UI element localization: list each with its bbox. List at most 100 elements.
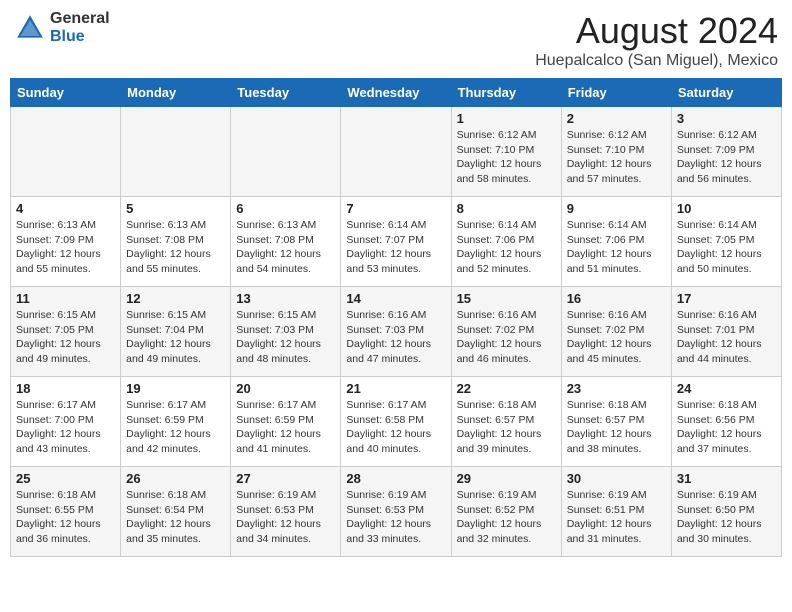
weekday-header-tuesday: Tuesday (231, 79, 341, 107)
day-info: Sunrise: 6:14 AM Sunset: 7:06 PM Dayligh… (567, 218, 666, 277)
day-number: 19 (126, 381, 225, 396)
calendar-cell: 3Sunrise: 6:12 AM Sunset: 7:09 PM Daylig… (671, 107, 781, 197)
day-number: 11 (16, 291, 115, 306)
location-label: Huepalcalco (San Miguel), Mexico (535, 52, 778, 70)
day-info: Sunrise: 6:15 AM Sunset: 7:03 PM Dayligh… (236, 308, 335, 367)
day-number: 12 (126, 291, 225, 306)
title-section: August 2024 Huepalcalco (San Miguel), Me… (535, 10, 778, 70)
day-number: 6 (236, 201, 335, 216)
calendar-week-4: 18Sunrise: 6:17 AM Sunset: 7:00 PM Dayli… (11, 377, 782, 467)
day-number: 25 (16, 471, 115, 486)
day-info: Sunrise: 6:14 AM Sunset: 7:07 PM Dayligh… (346, 218, 445, 277)
weekday-header-thursday: Thursday (451, 79, 561, 107)
calendar-cell: 5 Sunrise: 6:13 AM Sunset: 7:08 PM Daylig… (121, 197, 231, 287)
calendar-cell: 15 Sunrise: 6:16 AM Sunset: 7:02 PM Dayli… (451, 287, 561, 377)
weekday-header-monday: Monday (121, 79, 231, 107)
calendar-cell (121, 107, 231, 197)
day-info: Sunrise: 6:17 AM Sunset: 6:59 PM Dayligh… (236, 398, 335, 457)
day-number: 9 (567, 201, 666, 216)
calendar-cell: 26 Sunrise: 6:18 AM Sunset: 6:54 PM Dayli… (121, 467, 231, 557)
logo-general-label: General (50, 10, 110, 28)
day-number: 15 (457, 291, 556, 306)
calendar-cell: 6 Sunrise: 6:13 AM Sunset: 7:08 PM Daylig… (231, 197, 341, 287)
calendar-cell: 8 Sunrise: 6:14 AM Sunset: 7:06 PM Daylig… (451, 197, 561, 287)
month-title: August 2024 (535, 10, 778, 52)
calendar-cell: 18Sunrise: 6:17 AM Sunset: 7:00 PM Dayli… (11, 377, 121, 467)
day-number: 14 (346, 291, 445, 306)
day-info: Sunrise: 6:19 AM Sunset: 6:51 PM Dayligh… (567, 488, 666, 547)
weekday-header-wednesday: Wednesday (341, 79, 451, 107)
calendar-cell: 11 Sunrise: 6:15 AM Sunset: 7:05 PM Dayli… (11, 287, 121, 377)
day-number: 17 (677, 291, 776, 306)
day-info: Sunrise: 6:13 AM Sunset: 7:09 PM Dayligh… (16, 218, 115, 277)
calendar-week-2: 4 Sunrise: 6:13 AM Sunset: 7:09 PM Daylig… (11, 197, 782, 287)
calendar-cell (11, 107, 121, 197)
day-info: Sunrise: 6:18 AM Sunset: 6:57 PM Dayligh… (457, 398, 556, 457)
day-info: Sunrise: 6:18 AM Sunset: 6:55 PM Dayligh… (16, 488, 115, 547)
day-number: 24 (677, 381, 776, 396)
day-info: Sunrise: 6:16 AM Sunset: 7:03 PM Dayligh… (346, 308, 445, 367)
weekday-header-row: SundayMondayTuesdayWednesdayThursdayFrid… (11, 79, 782, 107)
day-info: Sunrise: 6:16 AM Sunset: 7:02 PM Dayligh… (567, 308, 666, 367)
day-info: Sunrise: 6:19 AM Sunset: 6:53 PM Dayligh… (236, 488, 335, 547)
calendar-cell: 27 Sunrise: 6:19 AM Sunset: 6:53 PM Dayli… (231, 467, 341, 557)
day-number: 20 (236, 381, 335, 396)
day-number: 3 (677, 111, 776, 126)
day-info: Sunrise: 6:12 AM Sunset: 7:10 PM Dayligh… (457, 128, 556, 187)
day-info: Sunrise: 6:12 AM Sunset: 7:10 PM Dayligh… (567, 128, 666, 187)
day-number: 7 (346, 201, 445, 216)
day-number: 31 (677, 471, 776, 486)
logo: General Blue (14, 10, 110, 45)
day-info: Sunrise: 6:15 AM Sunset: 7:05 PM Dayligh… (16, 308, 115, 367)
calendar-cell: 16 Sunrise: 6:16 AM Sunset: 7:02 PM Dayli… (561, 287, 671, 377)
calendar-table: SundayMondayTuesdayWednesdayThursdayFrid… (10, 78, 782, 557)
day-number: 22 (457, 381, 556, 396)
day-number: 21 (346, 381, 445, 396)
day-info: Sunrise: 6:14 AM Sunset: 7:06 PM Dayligh… (457, 218, 556, 277)
day-info: Sunrise: 6:17 AM Sunset: 6:59 PM Dayligh… (126, 398, 225, 457)
calendar-cell: 2Sunrise: 6:12 AM Sunset: 7:10 PM Daylig… (561, 107, 671, 197)
day-number: 27 (236, 471, 335, 486)
calendar-cell (231, 107, 341, 197)
calendar-cell (341, 107, 451, 197)
day-number: 13 (236, 291, 335, 306)
day-number: 28 (346, 471, 445, 486)
day-info: Sunrise: 6:18 AM Sunset: 6:57 PM Dayligh… (567, 398, 666, 457)
calendar-week-5: 25 Sunrise: 6:18 AM Sunset: 6:55 PM Dayli… (11, 467, 782, 557)
day-info: Sunrise: 6:16 AM Sunset: 7:01 PM Dayligh… (677, 308, 776, 367)
day-info: Sunrise: 6:14 AM Sunset: 7:05 PM Dayligh… (677, 218, 776, 277)
day-info: Sunrise: 6:19 AM Sunset: 6:52 PM Dayligh… (457, 488, 556, 547)
day-info: Sunrise: 6:13 AM Sunset: 7:08 PM Dayligh… (236, 218, 335, 277)
calendar-cell: 21 Sunrise: 6:17 AM Sunset: 6:58 PM Dayli… (341, 377, 451, 467)
calendar-cell: 12Sunrise: 6:15 AM Sunset: 7:04 PM Dayli… (121, 287, 231, 377)
calendar-cell: 22 Sunrise: 6:18 AM Sunset: 6:57 PM Dayli… (451, 377, 561, 467)
day-info: Sunrise: 6:18 AM Sunset: 6:54 PM Dayligh… (126, 488, 225, 547)
day-number: 5 (126, 201, 225, 216)
day-info: Sunrise: 6:19 AM Sunset: 6:50 PM Dayligh… (677, 488, 776, 547)
calendar-week-3: 11 Sunrise: 6:15 AM Sunset: 7:05 PM Dayli… (11, 287, 782, 377)
page-header: General Blue August 2024 Huepalcalco (Sa… (10, 10, 782, 70)
day-number: 1 (457, 111, 556, 126)
calendar-cell: 29Sunrise: 6:19 AM Sunset: 6:52 PM Dayli… (451, 467, 561, 557)
day-number: 8 (457, 201, 556, 216)
day-info: Sunrise: 6:13 AM Sunset: 7:08 PM Dayligh… (126, 218, 225, 277)
calendar-cell: 23Sunrise: 6:18 AM Sunset: 6:57 PM Dayli… (561, 377, 671, 467)
calendar-cell: 28Sunrise: 6:19 AM Sunset: 6:53 PM Dayli… (341, 467, 451, 557)
day-number: 30 (567, 471, 666, 486)
day-number: 16 (567, 291, 666, 306)
calendar-cell: 31 Sunrise: 6:19 AM Sunset: 6:50 PM Dayli… (671, 467, 781, 557)
calendar-cell: 14 Sunrise: 6:16 AM Sunset: 7:03 PM Dayli… (341, 287, 451, 377)
day-info: Sunrise: 6:18 AM Sunset: 6:56 PM Dayligh… (677, 398, 776, 457)
day-number: 18 (16, 381, 115, 396)
day-number: 4 (16, 201, 115, 216)
day-number: 26 (126, 471, 225, 486)
weekday-header-friday: Friday (561, 79, 671, 107)
calendar-cell: 13 Sunrise: 6:15 AM Sunset: 7:03 PM Dayli… (231, 287, 341, 377)
calendar-cell: 20 Sunrise: 6:17 AM Sunset: 6:59 PM Dayli… (231, 377, 341, 467)
day-number: 10 (677, 201, 776, 216)
day-info: Sunrise: 6:16 AM Sunset: 7:02 PM Dayligh… (457, 308, 556, 367)
calendar-cell: 17 Sunrise: 6:16 AM Sunset: 7:01 PM Dayli… (671, 287, 781, 377)
logo-blue-label: Blue (50, 28, 110, 46)
day-info: Sunrise: 6:17 AM Sunset: 6:58 PM Dayligh… (346, 398, 445, 457)
calendar-cell: 1 Sunrise: 6:12 AM Sunset: 7:10 PM Daylig… (451, 107, 561, 197)
